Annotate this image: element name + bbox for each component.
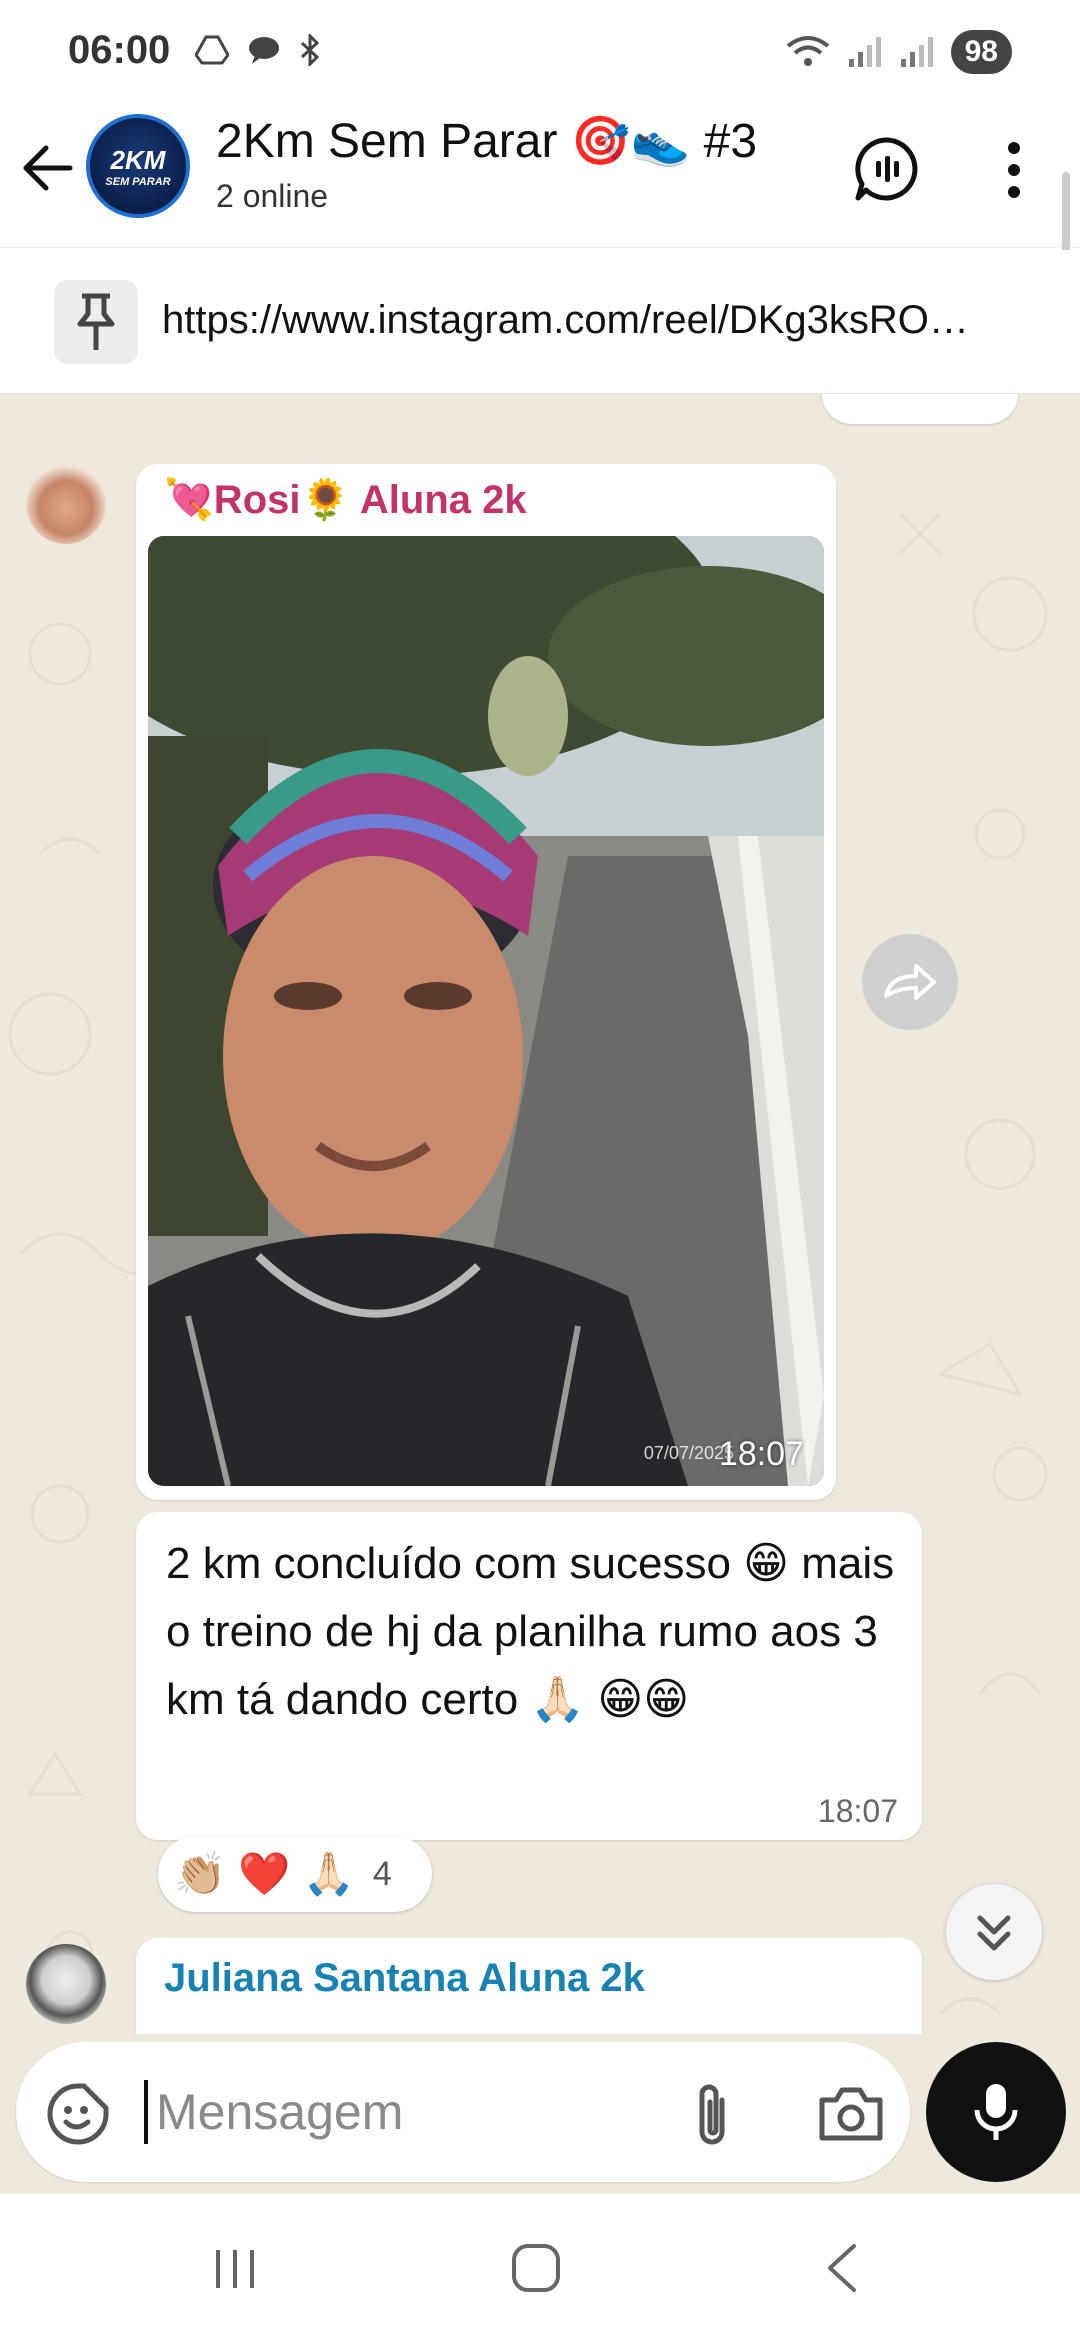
double-chevron-down-icon <box>977 1915 1011 1951</box>
microphone-icon <box>974 2084 1018 2140</box>
back-arrow-icon[interactable] <box>20 138 80 198</box>
status-time: 06:00 <box>68 28 171 72</box>
sticker-icon[interactable] <box>46 2082 110 2146</box>
signal-icon <box>848 37 881 67</box>
reaction-pray: 🙏🏻 <box>302 1849 355 1897</box>
forward-icon <box>884 964 936 1000</box>
scroll-to-bottom-button[interactable] <box>946 1884 1042 1980</box>
message-time: 18:07 <box>718 1435 804 1473</box>
message-time: 18:07 <box>817 1793 898 1829</box>
wifi-icon <box>786 36 829 66</box>
home-icon[interactable] <box>508 2240 564 2296</box>
online-status: 2 online <box>216 178 329 214</box>
microphone-button[interactable] <box>926 2042 1066 2182</box>
selfie-photo-illustration <box>148 536 824 1486</box>
paperclip-icon[interactable] <box>680 2080 744 2150</box>
status-notification-icons <box>195 34 321 66</box>
message-bubble-juliana[interactable]: Juliana Santana Aluna 2k <box>136 1938 922 2034</box>
message-bubble-media[interactable]: 💘Rosi🌻 Aluna 2k 07/07/2025 18:07 <box>136 464 836 1500</box>
signal-icon-2 <box>900 37 933 67</box>
pinned-message[interactable]: https://www.instagram.com/reel/DKg3ksRO… <box>0 250 1080 394</box>
selfie-photo[interactable]: 07/07/2025 18:07 <box>148 536 824 1486</box>
bluetooth-icon <box>300 34 320 66</box>
chat-bubble-icon <box>249 37 279 64</box>
pin-icon-box <box>54 280 138 364</box>
voice-chat-icon[interactable] <box>852 134 922 204</box>
nav-back-icon[interactable] <box>822 2240 862 2296</box>
pinned-link-text[interactable]: https://www.instagram.com/reel/DKg3ksRO… <box>162 298 1052 343</box>
sender-name-rosi[interactable]: 💘Rosi🌻 Aluna 2k <box>164 476 527 523</box>
forward-button[interactable] <box>862 934 958 1030</box>
system-nav-bar <box>0 2194 1080 2340</box>
message-input[interactable] <box>156 2072 676 2152</box>
chat-area[interactable]: 💘Rosi🌻 Aluna 2k 07/07/2025 18:07 2 km co… <box>0 394 1080 2034</box>
message-bubble-text[interactable]: 2 km concluído com sucesso 😁 mais o trei… <box>136 1512 922 1840</box>
reaction-count: 4 <box>372 1854 392 1893</box>
reaction-clap: 👏🏼 <box>174 1849 227 1897</box>
group-avatar[interactable]: 2KM SEM PARAR <box>86 114 190 218</box>
group-avatar-text: 2KM <box>110 144 166 175</box>
previous-message-reactions[interactable] <box>822 394 1018 424</box>
avatar-rosi[interactable] <box>26 464 106 544</box>
recent-apps-icon[interactable] <box>210 2244 260 2294</box>
text-cursor <box>144 2080 148 2144</box>
message-reactions[interactable]: 👏🏼 ❤️ 🙏🏻 4 <box>158 1836 432 1912</box>
message-composer <box>0 2034 1080 2194</box>
message-text: 2 km concluído com sucesso 😁 mais o trei… <box>166 1539 895 1724</box>
pin-icon <box>77 293 115 350</box>
drive-icon <box>195 35 229 65</box>
message-input-box[interactable] <box>16 2042 910 2182</box>
status-bar: 06:00 98 <box>0 0 1080 100</box>
group-avatar-subtext: SEM PARAR <box>105 175 171 188</box>
avatar-juliana[interactable] <box>26 1944 106 2024</box>
chat-header: 2KM SEM PARAR 2Km Sem Parar 🎯👟 #3 2 onli… <box>0 100 1080 248</box>
battery-level: 98 <box>950 30 1012 74</box>
more-options-icon[interactable] <box>996 138 1032 202</box>
camera-icon[interactable] <box>816 2082 886 2146</box>
status-system-icons: 98 <box>785 30 1012 74</box>
group-title[interactable]: 2Km Sem Parar 🎯👟 #3 <box>216 112 757 169</box>
reaction-heart: ❤️ <box>238 1849 291 1897</box>
sender-name-juliana[interactable]: Juliana Santana Aluna 2k <box>164 1956 645 2001</box>
